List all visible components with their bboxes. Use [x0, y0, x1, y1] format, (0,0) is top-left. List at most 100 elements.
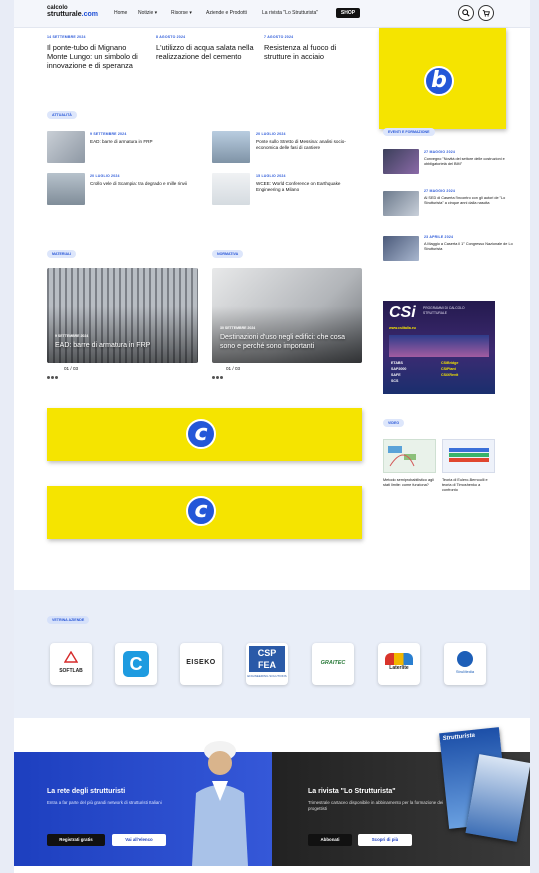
thumbnail[interactable]	[47, 131, 85, 163]
csi-product: CSiPlant	[441, 367, 456, 371]
ad-placeholder-c[interactable]: c	[47, 408, 362, 461]
article-date: 20 LUGLIO 2024	[90, 174, 120, 178]
slider-pager: 01 / 03	[64, 366, 79, 371]
nav-rivista[interactable]: La rivista "Lo Strutturista"	[262, 10, 318, 16]
csi-product: CSiXRevit	[441, 373, 459, 377]
ad-placeholder-b[interactable]: b	[379, 28, 506, 129]
nav-aziende-prodotti[interactable]: Aziende e Prodotti	[206, 10, 247, 16]
article-date: 7 AGOSTO 2024	[264, 35, 294, 39]
engineer-illustration-icon	[192, 741, 248, 866]
article-title[interactable]: Ponte sullo Stretto di Messina: analisi …	[256, 139, 364, 151]
company-logo-softlab[interactable]: SOFTLAB	[50, 643, 92, 685]
csi-text-line1: PROGRAMMI DI CALCOLO	[423, 306, 465, 310]
slide-date: 30 SETTEMBRE 2024	[220, 326, 256, 330]
page: calcolo strutturale.com Home Notizie ▾ R…	[14, 0, 530, 873]
csi-product: SCS	[391, 379, 399, 383]
slide-caption[interactable]: Destinazioni d'uso negli edifici: che co…	[220, 334, 358, 351]
slide-date: 9 SETTEMBRE 2024	[55, 334, 89, 338]
slider-dots[interactable]	[212, 366, 224, 384]
company-logo-c[interactable]: C	[115, 643, 157, 685]
article-title[interactable]: EAD: barre di armatura in FRP	[90, 139, 200, 145]
company-logo-cspfea[interactable]: CSP FEA ENGINEERING SOLUTIONS	[246, 643, 288, 685]
directory-button[interactable]: Vai all'elenco	[112, 834, 166, 846]
article-date: 9 SETTEMBRE 2024	[90, 132, 127, 136]
magazine-banner: La rivista "Lo Strutturista" Trimestrale…	[272, 727, 530, 866]
badge-b: b	[424, 66, 454, 96]
shop-button[interactable]: SHOP	[336, 8, 360, 18]
slide-caption[interactable]: EAD: barre di armatura in FRP	[55, 342, 190, 351]
company-logo-eiseko[interactable]: EISEKO	[180, 643, 222, 685]
article-title[interactable]: Resistenza al fuoco di strutture in acci…	[264, 43, 364, 61]
thumbnail[interactable]	[383, 191, 419, 216]
section-pill-materiali[interactable]: MATERIALI	[47, 250, 77, 258]
magazine-title: La rivista "Lo Strutturista"	[308, 788, 396, 795]
magazine-cover-title: Strutturista	[442, 732, 476, 743]
magazine-text: Trimestrale cartaceo disponibile in abbi…	[308, 800, 444, 811]
video-thumbnail[interactable]	[442, 439, 495, 473]
csi-product: ETABS	[391, 361, 403, 365]
section-pill-video[interactable]: VIDEO	[383, 419, 405, 427]
thumbnail[interactable]	[212, 173, 250, 205]
csi-product: SAP2000	[391, 367, 407, 371]
article-date: 15 LUGLIO 2024	[256, 174, 286, 178]
event-title[interactable]: Convegno "Novità del settore delle costr…	[424, 157, 514, 167]
article-title[interactable]: L'utilizzo di acqua salata nella realizz…	[156, 43, 256, 61]
cart-icon[interactable]	[478, 5, 494, 21]
network-banner: La rete degli strutturisti Entra a far p…	[14, 741, 272, 866]
search-icon[interactable]	[458, 5, 474, 21]
site-header: calcolo strutturale.com Home Notizie ▾ R…	[14, 0, 530, 28]
event-title[interactable]: Al SED di Caserta l'incontro con gli aut…	[424, 196, 514, 206]
ad-placeholder-c[interactable]: c	[47, 486, 362, 539]
nav-home[interactable]: Home	[114, 10, 127, 16]
article-date: 20 LUGLIO 2024	[256, 132, 286, 136]
company-logo-label: StruMedia	[455, 669, 475, 674]
company-logo-label: C	[123, 651, 149, 677]
section-pill-eventi[interactable]: EVENTI E FORMAZIONE	[383, 128, 435, 136]
article-date: 8 AGOSTO 2024	[156, 35, 186, 39]
thumbnail[interactable]	[383, 236, 419, 261]
subscribe-button[interactable]: Abbonati	[308, 834, 352, 846]
article-title[interactable]: Crollo vele di Scampia: tra degrado e mi…	[90, 181, 200, 187]
event-title[interactable]: A Maggio a Caserta il 1° Congresso Nazio…	[424, 242, 514, 252]
register-button[interactable]: Registrati gratis	[47, 834, 105, 846]
event-date: 23 APRILE 2024	[424, 235, 454, 239]
nav-notizie[interactable]: Notizie ▾	[138, 10, 157, 16]
csi-text-line2: STRUTTURALE	[423, 311, 447, 315]
video-beam-icon	[449, 448, 489, 462]
section-pill-attualita[interactable]: ATTUALITÀ	[47, 111, 77, 119]
event-date: 27 MAGGIO 2024	[424, 150, 456, 154]
slide-materiali[interactable]: 9 SETTEMBRE 2024 EAD: barre di armatura …	[47, 268, 198, 363]
company-logo-strumedia[interactable]: StruMedia	[444, 643, 486, 685]
article-title[interactable]: WCEE: World Conference on Earthquake Eng…	[256, 181, 364, 193]
network-text: Entra a far parte del più grandi network…	[47, 800, 162, 805]
laterlite-mark	[385, 653, 413, 665]
section-pill-vetrina[interactable]: VETRINA AZIENDE	[47, 616, 90, 624]
slider-dots[interactable]	[47, 366, 59, 384]
logo-line2[interactable]: strutturale.com	[47, 11, 98, 19]
company-logo-laterlite[interactable]: Laterlite	[378, 643, 420, 685]
section-pill-normativa[interactable]: NORMATIVA	[212, 250, 244, 258]
badge-c: c	[186, 419, 216, 449]
company-logo-label: GRAITEC	[320, 660, 346, 666]
video-thumbnail[interactable]	[383, 439, 436, 473]
slide-normativa[interactable]: 30 SETTEMBRE 2024 Destinazioni d'uso neg…	[212, 268, 362, 363]
thumbnail[interactable]	[212, 131, 250, 163]
learn-more-button[interactable]: Scopri di più	[358, 834, 412, 846]
csi-product: CSiBridge	[441, 361, 459, 365]
softlab-icon	[63, 650, 79, 663]
video-title[interactable]: Metodo semiprobabilistico agli stati lim…	[383, 478, 435, 488]
company-logo-graitec[interactable]: GRAITEC	[312, 643, 354, 685]
csi-ad-banner[interactable]: CSi PROGRAMMI DI CALCOLO STRUTTURALE www…	[383, 301, 495, 394]
engineer-image	[186, 729, 254, 866]
slider-pager: 01 / 03	[226, 366, 241, 371]
video-diagram-icon	[388, 446, 416, 467]
event-date: 27 MAGGIO 2024	[424, 189, 456, 193]
nav-risorse[interactable]: Risorse ▾	[171, 10, 192, 16]
article-title[interactable]: Il ponte-tubo di Mignano Monte Lungo: un…	[47, 43, 147, 70]
thumbnail[interactable]	[383, 149, 419, 174]
company-logo-label: CSP FEA	[249, 646, 285, 672]
video-title[interactable]: Teoria di Eulero-Bernoulli e teoria di T…	[442, 478, 496, 493]
logo-text: strutturale	[47, 11, 82, 18]
thumbnail[interactable]	[47, 173, 85, 205]
logo-domain: .com	[81, 11, 98, 18]
